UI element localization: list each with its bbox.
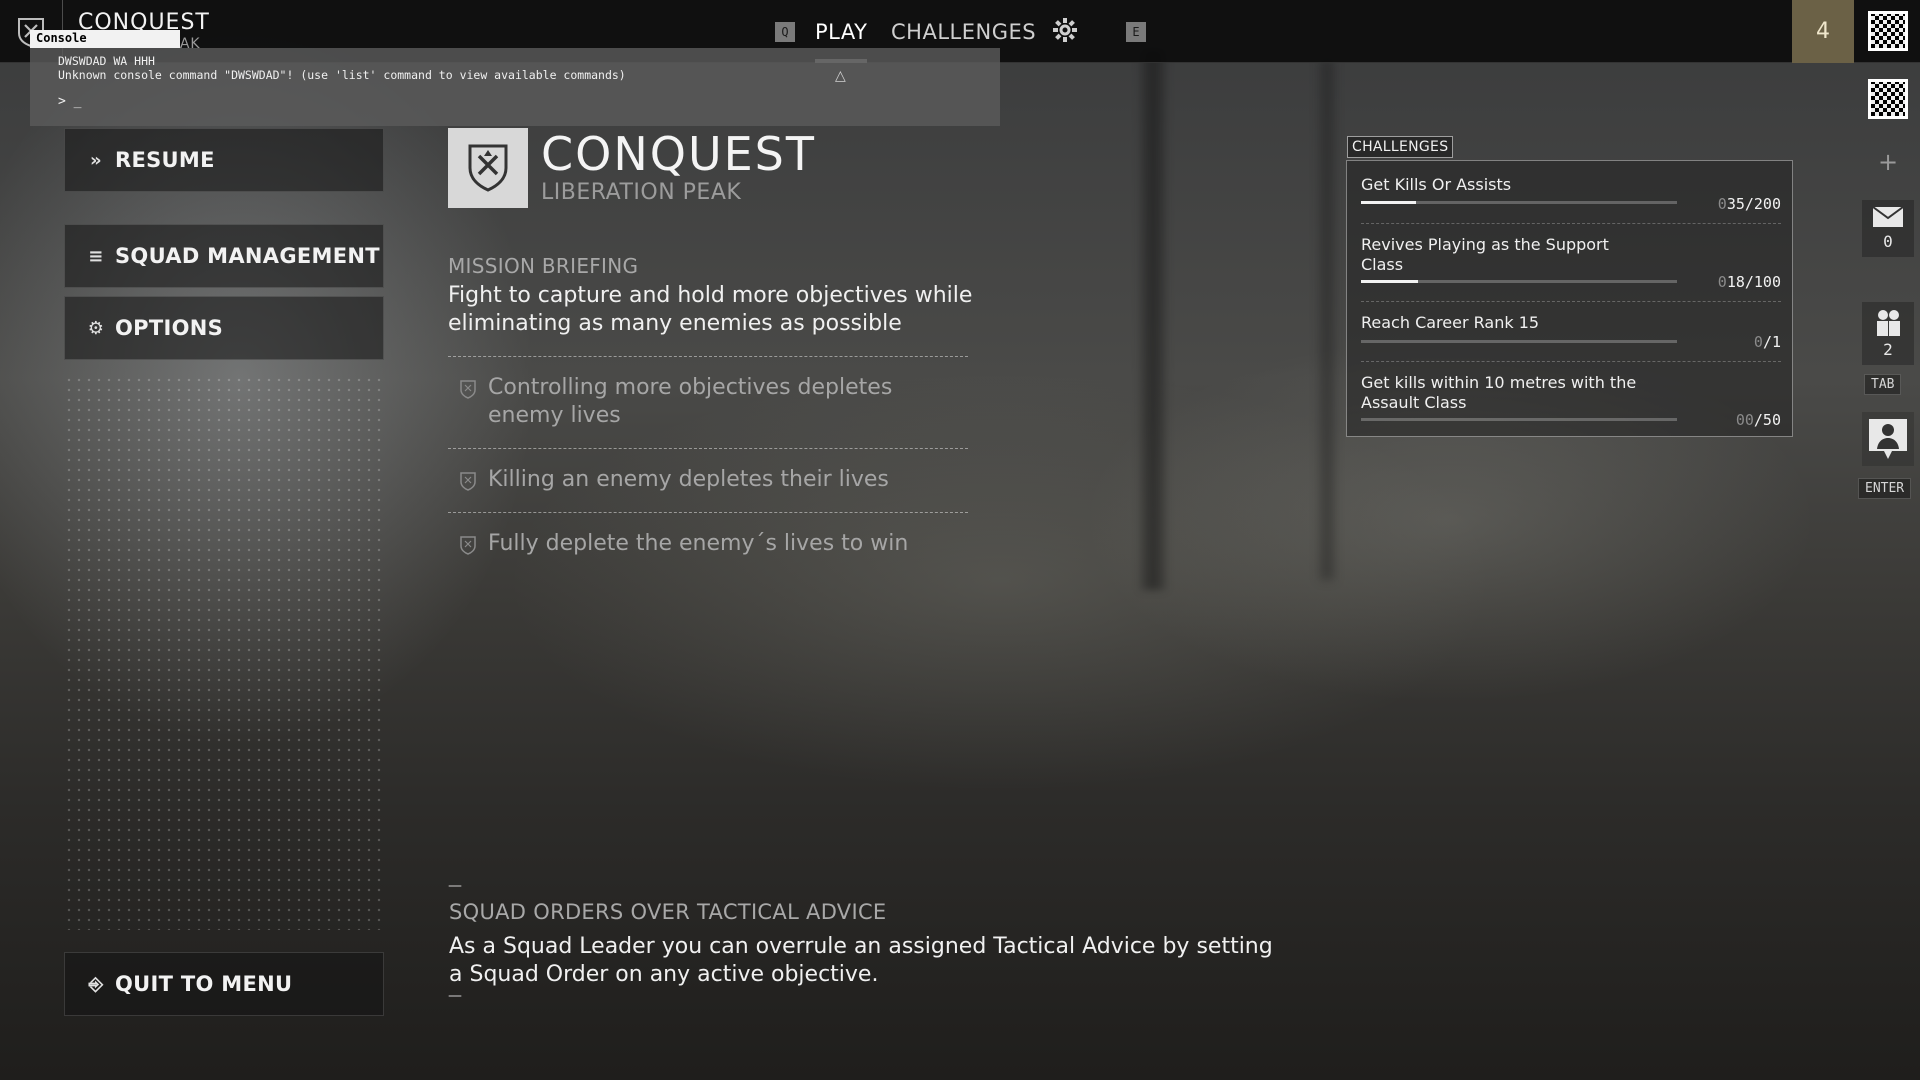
challenge-progress-bar xyxy=(1361,201,1677,204)
resume-button[interactable]: » RESUME xyxy=(64,128,384,192)
challenge-item[interactable]: Get kills within 10 metres with the Assa… xyxy=(1361,373,1781,433)
right-side-panel: + 0 2 TAB ENTER xyxy=(1856,0,1920,1080)
decorative-dot-grid xyxy=(64,375,384,930)
exit-icon: ⎆ xyxy=(88,973,104,995)
options-label: OPTIONS xyxy=(115,316,224,340)
challenge-progress-fill xyxy=(1361,201,1417,204)
player-rank-badge[interactable]: 4 xyxy=(1792,0,1854,63)
mode-title: CONQUEST xyxy=(541,127,816,181)
options-button[interactable]: ⚙ OPTIONS xyxy=(64,296,384,360)
challenge-progress-bar xyxy=(1361,418,1677,421)
quit-to-menu-button[interactable]: ⎆ QUIT TO MENU xyxy=(64,952,384,1016)
squad-management-label: SQUAD MANAGEMENT xyxy=(115,244,380,268)
social-person-icon xyxy=(1869,419,1907,459)
challenge-progress-value: 035/200 xyxy=(1717,195,1781,213)
console-input-prompt[interactable]: > _ xyxy=(58,94,81,109)
divider xyxy=(1361,301,1781,302)
fast-forward-icon: » xyxy=(90,149,102,171)
enter-key-hint: ENTER xyxy=(1858,478,1912,499)
conquest-mode-icon xyxy=(448,128,528,208)
mission-briefing-heading: MISSION BRIEFING xyxy=(448,254,639,278)
rule-item: Killing an enemy depletes their lives xyxy=(448,466,968,494)
divider xyxy=(1361,361,1781,362)
tip-bottom-dash: — xyxy=(448,988,462,1004)
tab-play[interactable]: PLAY xyxy=(815,20,868,63)
background-tree xyxy=(1320,60,1334,580)
rule-text: Controlling more objectives depletes ene… xyxy=(488,375,893,428)
background-tree xyxy=(1140,50,1166,590)
mission-briefing-text: Fight to capture and hold more objective… xyxy=(448,283,973,336)
prev-tab-key-hint: Q xyxy=(775,21,795,42)
rule-text: Killing an enemy depletes their lives xyxy=(488,467,889,492)
console-title-tag: Console xyxy=(30,30,180,48)
console-collapse-icon[interactable]: △ xyxy=(835,68,846,84)
resume-label: RESUME xyxy=(115,148,215,172)
tip-heading: SQUAD ORDERS OVER TACTICAL ADVICE xyxy=(449,900,887,924)
mail-count: 0 xyxy=(1883,232,1893,251)
tip-text: As a Squad Leader you can overrule an as… xyxy=(449,934,1273,987)
challenge-progress-bar xyxy=(1361,340,1677,343)
divider xyxy=(448,356,968,357)
quit-to-menu-label: QUIT TO MENU xyxy=(115,972,293,996)
gear-icon: ⚙ xyxy=(87,317,105,339)
next-tab-key-hint: E xyxy=(1126,21,1146,42)
divider xyxy=(448,448,968,449)
challenge-progress-value: 0/1 xyxy=(1753,333,1781,351)
challenge-name: Get kills within 10 metres with the Assa… xyxy=(1361,373,1637,412)
rule-item: Controlling more objectives depletes ene… xyxy=(448,374,968,430)
rule-text: Fully deplete the enemy´s lives to win xyxy=(488,531,909,556)
challenge-name: Get Kills Or Assists xyxy=(1361,175,1512,194)
challenge-name: Reach Career Rank 15 xyxy=(1361,313,1540,332)
tab-key-hint: TAB xyxy=(1864,374,1902,395)
squad-button[interactable]: 2 xyxy=(1862,302,1914,365)
mail-icon xyxy=(1872,206,1904,227)
map-name: LIBERATION PEAK xyxy=(541,180,742,205)
developer-console[interactable]: DWSWDAD WA HHH Unknown console command "… xyxy=(30,48,1000,126)
squad-icon xyxy=(1877,310,1900,336)
rule-item: Fully deplete the enemy´s lives to win xyxy=(448,530,968,558)
player-emblem-icon[interactable] xyxy=(1868,11,1908,51)
challenge-item[interactable]: Reach Career Rank 15 0/1 xyxy=(1361,313,1781,373)
divider xyxy=(1361,223,1781,224)
challenge-item[interactable]: Get Kills Or Assists 035/200 xyxy=(1361,175,1781,235)
challenges-panel-label: CHALLENGES xyxy=(1347,136,1454,158)
list-icon: ≡ xyxy=(88,245,104,267)
add-icon[interactable]: + xyxy=(1856,148,1920,176)
tip-top-dash: — xyxy=(448,878,462,894)
squad-count: 2 xyxy=(1883,340,1893,359)
shield-icon xyxy=(448,374,488,399)
secondary-emblem-icon[interactable] xyxy=(1868,79,1908,119)
challenge-name: Revives Playing as the Support Class xyxy=(1361,235,1609,274)
squad-management-button[interactable]: ≡ SQUAD MANAGEMENT xyxy=(64,224,384,288)
challenge-item[interactable]: Revives Playing as the Support Class 018… xyxy=(1361,235,1781,315)
challenge-progress-fill xyxy=(1361,280,1418,283)
tab-challenges[interactable]: CHALLENGES xyxy=(891,20,1036,44)
challenge-progress-bar xyxy=(1361,280,1677,283)
console-error-line: Unknown console command "DWSWDAD"! (use … xyxy=(58,68,626,82)
divider xyxy=(448,512,968,513)
social-button[interactable] xyxy=(1862,412,1914,466)
challenges-panel[interactable]: Get Kills Or Assists 035/200 Revives Pla… xyxy=(1346,160,1793,437)
tab-settings-gear-icon[interactable] xyxy=(1052,17,1078,47)
console-history-line: DWSWDAD WA HHH xyxy=(58,54,155,68)
challenge-progress-value: 00/50 xyxy=(1735,411,1781,429)
shield-icon xyxy=(448,530,488,555)
mail-button[interactable]: 0 xyxy=(1862,200,1914,257)
challenge-progress-value: 018/100 xyxy=(1717,273,1781,291)
shield-icon xyxy=(448,466,488,491)
